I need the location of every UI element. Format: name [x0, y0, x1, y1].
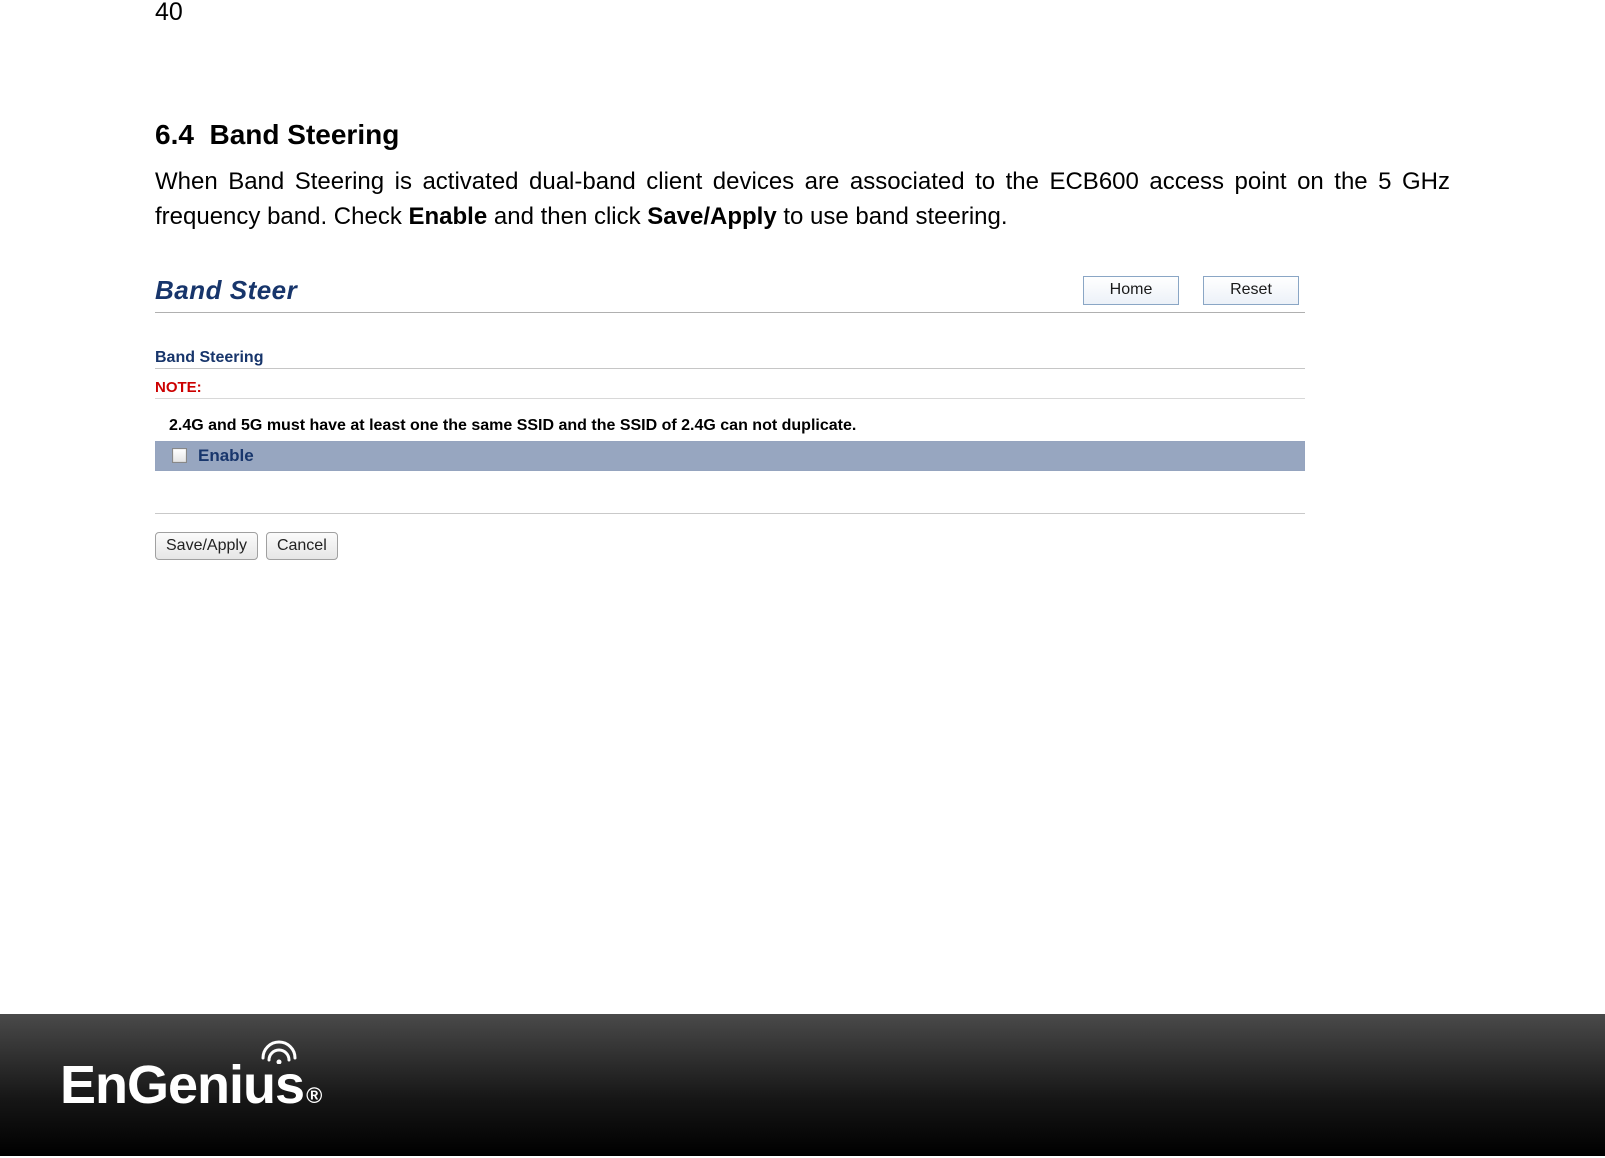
footer-bar: EnGenius®	[0, 1014, 1605, 1156]
divider	[155, 513, 1305, 514]
heading-title: Band Steering	[210, 119, 400, 150]
body-part2: and then click	[487, 203, 647, 230]
heading-number: 6.4	[155, 119, 194, 150]
admin-subheading: Band Steering	[155, 349, 1305, 369]
admin-title: Band Steer	[155, 275, 297, 306]
enable-row: Enable	[155, 441, 1305, 471]
body-bold-save: Save/Apply	[647, 203, 776, 230]
action-buttons: Save/Apply Cancel	[155, 532, 1305, 560]
page-number: 40	[155, 0, 1450, 27]
section-heading: 6.4 Band Steering	[155, 119, 1450, 151]
body-paragraph: When Band Steering is activated dual-ban…	[155, 165, 1450, 235]
enable-label: Enable	[198, 446, 254, 466]
enable-checkbox[interactable]	[172, 448, 187, 463]
reset-button[interactable]: Reset	[1203, 276, 1299, 305]
admin-top-buttons: Home Reset	[1083, 276, 1299, 305]
body-part3: to use band steering.	[777, 203, 1008, 230]
body-bold-enable: Enable	[409, 203, 488, 230]
note-text: 2.4G and 5G must have at least one the s…	[169, 417, 1305, 435]
admin-header: Band Steer Home Reset	[155, 275, 1305, 313]
save-apply-button[interactable]: Save/Apply	[155, 532, 258, 560]
brand-part2: ius	[229, 1054, 304, 1116]
cancel-button[interactable]: Cancel	[266, 532, 338, 560]
registered-mark: ®	[306, 1083, 322, 1109]
brand-part1: EnGen	[60, 1054, 229, 1116]
note-label: NOTE:	[155, 379, 1305, 399]
home-button[interactable]: Home	[1083, 276, 1179, 305]
brand-logo: EnGenius®	[60, 1054, 322, 1116]
admin-panel: Band Steer Home Reset Band Steering NOTE…	[155, 275, 1305, 560]
